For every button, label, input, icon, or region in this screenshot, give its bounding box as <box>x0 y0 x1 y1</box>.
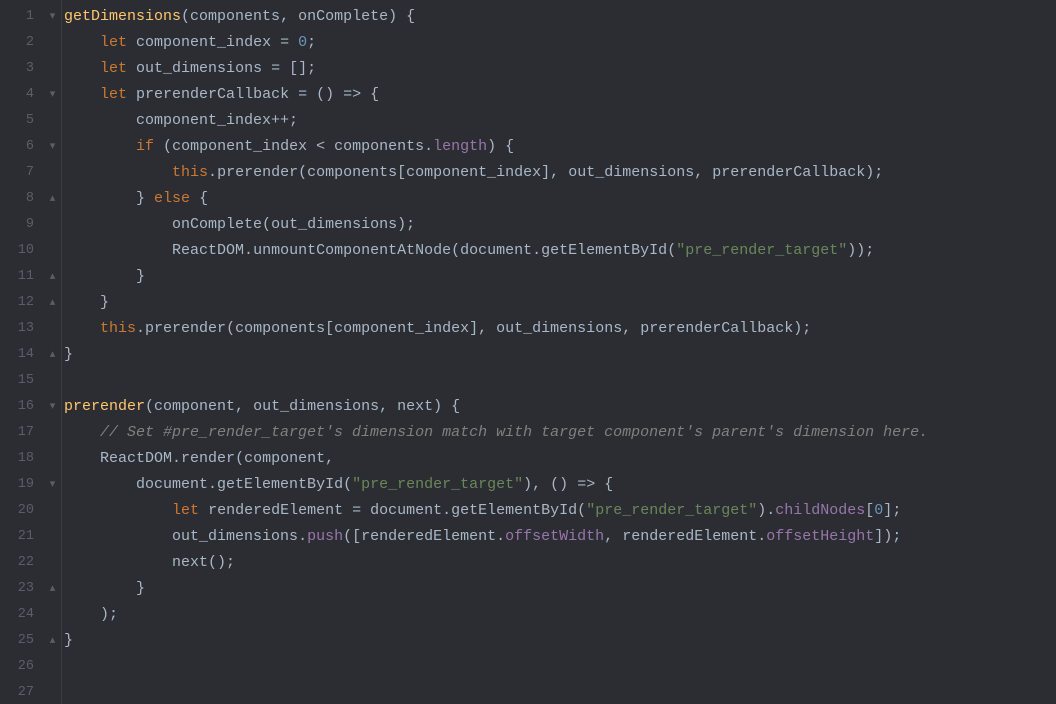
fold-toggle-icon <box>44 108 61 134</box>
code-line[interactable]: } else { <box>64 186 1056 212</box>
fold-toggle-icon[interactable]: ▾ <box>44 4 61 30</box>
line-number: 24 <box>0 602 44 628</box>
code-line[interactable]: prerender(component, out_dimensions, nex… <box>64 394 1056 420</box>
fold-toggle-icon <box>44 30 61 56</box>
line-number: 25 <box>0 628 44 654</box>
line-number: 1 <box>0 4 44 30</box>
line-number: 10 <box>0 238 44 264</box>
code-line[interactable]: if (component_index < components.length)… <box>64 134 1056 160</box>
fold-toggle-icon[interactable]: ▴ <box>44 576 61 602</box>
code-line[interactable]: this.prerender(components[component_inde… <box>64 160 1056 186</box>
line-number: 4 <box>0 82 44 108</box>
code-line[interactable]: component_index++; <box>64 108 1056 134</box>
line-number: 21 <box>0 524 44 550</box>
code-line[interactable]: } <box>64 264 1056 290</box>
code-line[interactable]: ReactDOM.unmountComponentAtNode(document… <box>64 238 1056 264</box>
code-line[interactable] <box>64 654 1056 680</box>
code-line[interactable]: let component_index = 0; <box>64 30 1056 56</box>
code-line[interactable]: let prerenderCallback = () => { <box>64 82 1056 108</box>
line-number: 11 <box>0 264 44 290</box>
code-line[interactable] <box>64 680 1056 704</box>
line-number: 15 <box>0 368 44 394</box>
code-line[interactable]: } <box>64 342 1056 368</box>
line-number: 19 <box>0 472 44 498</box>
code-line[interactable]: getDimensions(components, onComplete) { <box>64 4 1056 30</box>
code-line[interactable]: document.getElementById("pre_render_targ… <box>64 472 1056 498</box>
fold-toggle-icon[interactable]: ▴ <box>44 290 61 316</box>
fold-toggle-icon[interactable]: ▾ <box>44 472 61 498</box>
line-number: 6 <box>0 134 44 160</box>
code-editor[interactable]: 1 2 3 4 5 6 7 8 9 10 11 12 13 14 15 16 1… <box>0 0 1056 704</box>
code-line[interactable]: ); <box>64 602 1056 628</box>
code-line[interactable]: // Set #pre_render_target's dimension ma… <box>64 420 1056 446</box>
line-number: 26 <box>0 654 44 680</box>
fold-toggle-icon[interactable]: ▾ <box>44 82 61 108</box>
fold-toggle-icon[interactable]: ▴ <box>44 628 61 654</box>
fold-toggle-icon <box>44 654 61 680</box>
line-number: 27 <box>0 680 44 704</box>
line-number: 7 <box>0 160 44 186</box>
fold-toggle-icon[interactable]: ▴ <box>44 186 61 212</box>
fold-toggle-icon[interactable]: ▾ <box>44 394 61 420</box>
line-number: 14 <box>0 342 44 368</box>
fold-toggle-icon <box>44 524 61 550</box>
line-number: 23 <box>0 576 44 602</box>
code-line[interactable]: } <box>64 628 1056 654</box>
fold-gutter: ▾ ▾ ▾ ▴ ▴ ▴ ▴ ▾ ▾ ▴ ▴ <box>44 0 62 704</box>
line-number: 12 <box>0 290 44 316</box>
line-number: 13 <box>0 316 44 342</box>
fold-toggle-icon[interactable]: ▾ <box>44 134 61 160</box>
code-line[interactable]: next(); <box>64 550 1056 576</box>
code-line[interactable] <box>64 368 1056 394</box>
line-number: 22 <box>0 550 44 576</box>
code-line[interactable]: } <box>64 290 1056 316</box>
fold-toggle-icon[interactable]: ▴ <box>44 342 61 368</box>
fold-toggle-icon <box>44 602 61 628</box>
line-number: 2 <box>0 30 44 56</box>
fold-toggle-icon <box>44 212 61 238</box>
line-number: 9 <box>0 212 44 238</box>
code-line[interactable]: let out_dimensions = []; <box>64 56 1056 82</box>
line-number: 16 <box>0 394 44 420</box>
code-line[interactable]: ReactDOM.render(component, <box>64 446 1056 472</box>
line-number-gutter: 1 2 3 4 5 6 7 8 9 10 11 12 13 14 15 16 1… <box>0 0 44 704</box>
code-line[interactable]: this.prerender(components[component_inde… <box>64 316 1056 342</box>
fold-toggle-icon <box>44 368 61 394</box>
code-line[interactable]: let renderedElement = document.getElemen… <box>64 498 1056 524</box>
code-area[interactable]: getDimensions(components, onComplete) { … <box>62 0 1056 704</box>
code-line[interactable]: out_dimensions.push([renderedElement.off… <box>64 524 1056 550</box>
fold-toggle-icon <box>44 550 61 576</box>
fold-toggle-icon <box>44 498 61 524</box>
fold-toggle-icon <box>44 680 61 704</box>
code-line[interactable]: } <box>64 576 1056 602</box>
line-number: 20 <box>0 498 44 524</box>
line-number: 3 <box>0 56 44 82</box>
line-number: 8 <box>0 186 44 212</box>
fold-toggle-icon <box>44 420 61 446</box>
fold-toggle-icon <box>44 160 61 186</box>
fold-toggle-icon <box>44 316 61 342</box>
fold-toggle-icon <box>44 446 61 472</box>
code-line[interactable]: onComplete(out_dimensions); <box>64 212 1056 238</box>
fold-toggle-icon <box>44 238 61 264</box>
line-number: 5 <box>0 108 44 134</box>
fold-toggle-icon[interactable]: ▴ <box>44 264 61 290</box>
line-number: 18 <box>0 446 44 472</box>
line-number: 17 <box>0 420 44 446</box>
fold-toggle-icon <box>44 56 61 82</box>
